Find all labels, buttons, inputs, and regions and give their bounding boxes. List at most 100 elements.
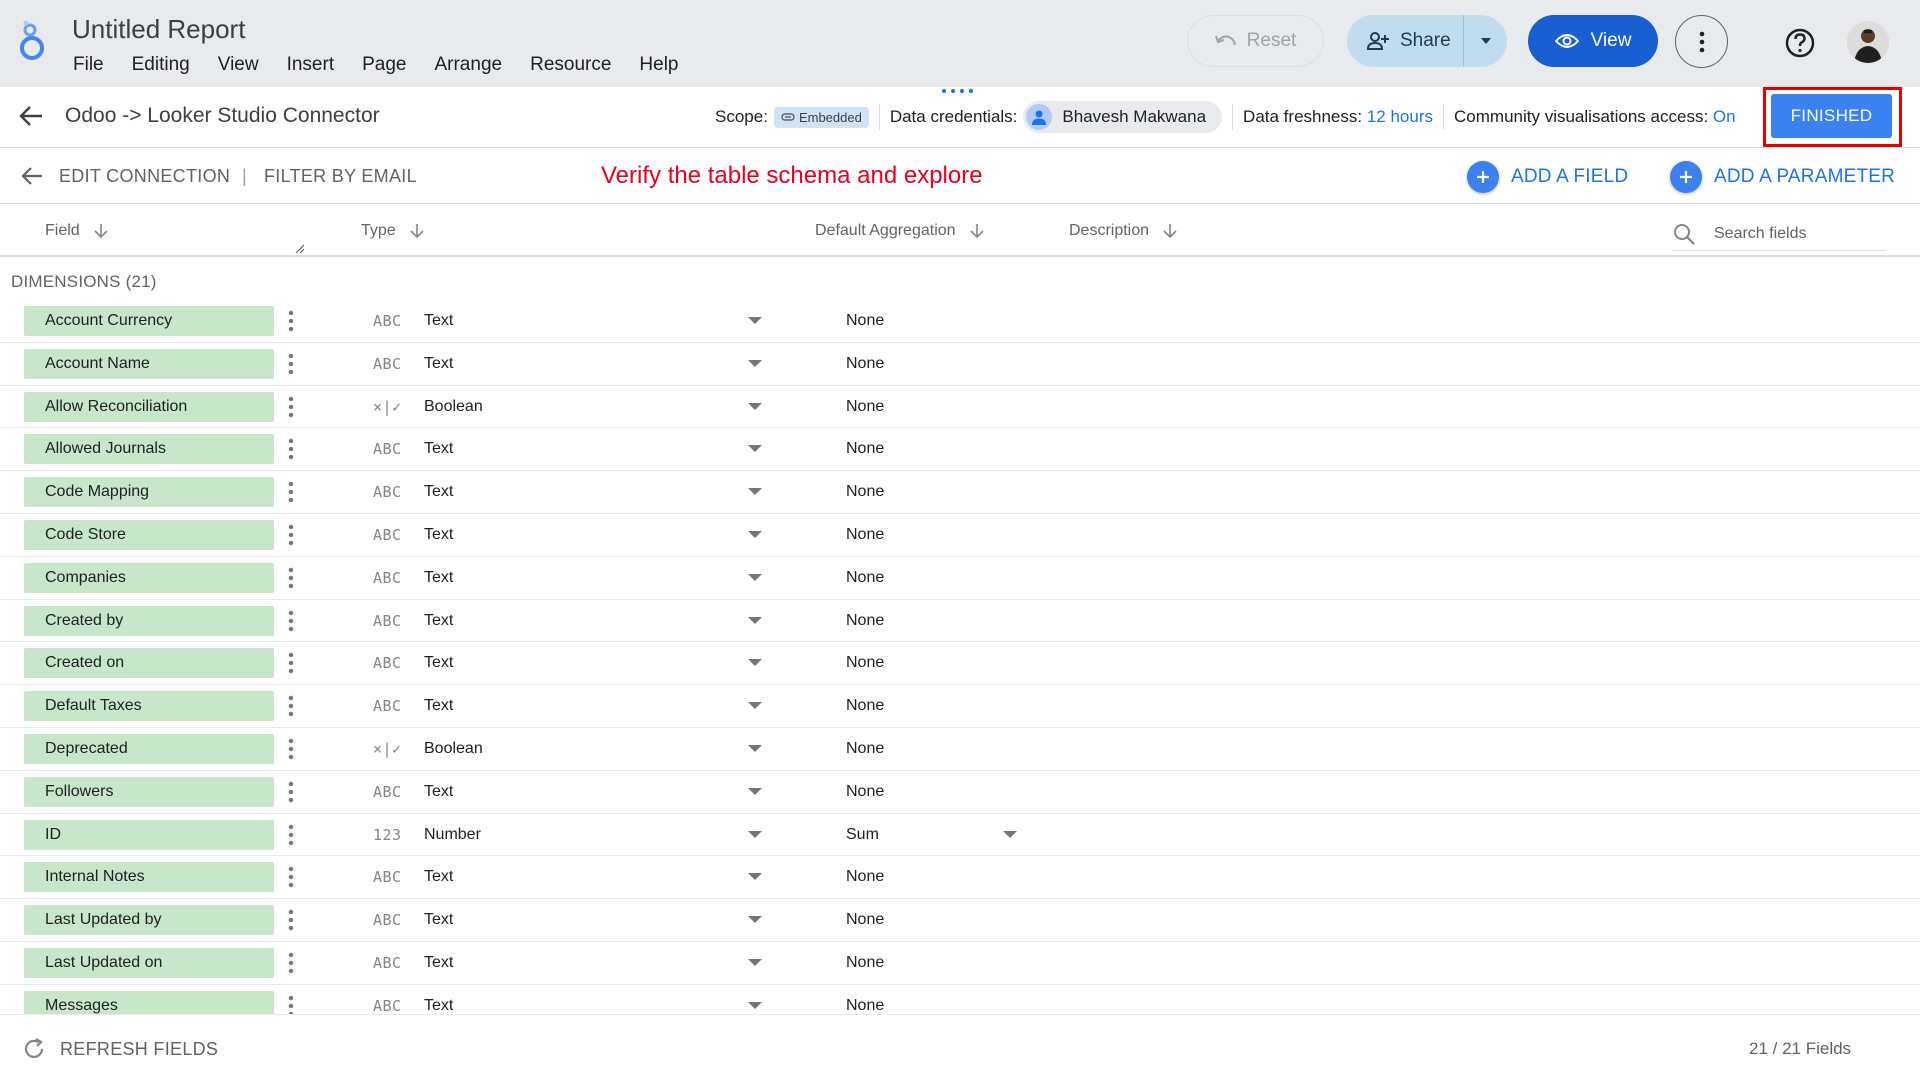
type-value[interactable]: Text (424, 526, 453, 544)
description-column-header[interactable]: Description (1069, 222, 1177, 240)
type-dropdown-icon[interactable] (748, 830, 762, 838)
community-access-link[interactable]: On (1713, 107, 1736, 127)
field-name-chip[interactable]: Created by (24, 605, 274, 636)
field-name-chip[interactable]: Default Taxes (24, 691, 274, 722)
more-vert-icon[interactable] (284, 609, 298, 633)
field-name-chip[interactable]: Deprecated (24, 733, 274, 764)
more-vert-icon[interactable] (284, 951, 298, 975)
type-value[interactable]: Boolean (424, 398, 483, 416)
search-input[interactable] (1714, 224, 1864, 243)
type-dropdown-icon[interactable] (748, 402, 762, 410)
more-vert-icon[interactable] (284, 523, 298, 547)
type-dropdown-icon[interactable] (748, 616, 762, 624)
type-value[interactable]: Number (424, 826, 481, 844)
field-name-chip[interactable]: Companies (24, 562, 274, 593)
field-name-chip[interactable]: Followers (24, 776, 274, 807)
resize-handle-icon[interactable] (295, 244, 305, 254)
menu-help[interactable]: Help (639, 54, 678, 76)
field-name-chip[interactable]: Last Updated on (24, 947, 274, 978)
aggregation-value[interactable]: Sum (846, 826, 879, 844)
more-vert-icon[interactable] (284, 352, 298, 376)
field-name-chip[interactable]: Last Updated by (24, 905, 274, 936)
more-vert-icon[interactable] (284, 395, 298, 419)
type-value[interactable]: Text (424, 697, 453, 715)
more-vert-icon[interactable] (284, 651, 298, 675)
type-dropdown-icon[interactable] (748, 744, 762, 752)
type-value[interactable]: Text (424, 997, 453, 1014)
filter-by-email-button[interactable]: FILTER BY EMAIL (264, 166, 417, 187)
type-value[interactable]: Text (424, 569, 453, 587)
more-vert-icon[interactable] (284, 823, 298, 847)
type-dropdown-icon[interactable] (748, 488, 762, 496)
type-value[interactable]: Text (424, 868, 453, 886)
looker-studio-logo-icon[interactable] (18, 20, 52, 62)
type-value[interactable]: Text (424, 654, 453, 672)
data-source-title[interactable]: Odoo -> Looker Studio Connector (65, 104, 380, 128)
more-vert-icon[interactable] (284, 309, 298, 333)
more-vert-icon[interactable] (284, 994, 298, 1014)
more-vert-icon[interactable] (284, 480, 298, 504)
menu-arrange[interactable]: Arrange (434, 54, 502, 76)
more-vert-icon[interactable] (284, 437, 298, 461)
type-dropdown-icon[interactable] (748, 873, 762, 881)
credentials-chip[interactable]: Bhavesh Makwana (1023, 101, 1223, 133)
field-name-chip[interactable]: Messages (24, 990, 274, 1014)
report-title[interactable]: Untitled Report (72, 14, 245, 45)
more-vert-icon[interactable] (284, 737, 298, 761)
field-name-chip[interactable]: Created on (24, 648, 274, 679)
type-dropdown-icon[interactable] (748, 787, 762, 795)
aggregation-dropdown-icon[interactable] (1003, 830, 1017, 838)
type-dropdown-icon[interactable] (748, 916, 762, 924)
view-button[interactable]: View (1528, 15, 1658, 67)
type-value[interactable]: Text (424, 612, 453, 630)
field-name-chip[interactable]: Account Name (24, 348, 274, 379)
menu-file[interactable]: File (73, 54, 104, 76)
type-dropdown-icon[interactable] (748, 1001, 762, 1009)
menu-view[interactable]: View (218, 54, 259, 76)
reset-button[interactable]: Reset (1187, 15, 1324, 67)
edit-connection-button[interactable]: EDIT CONNECTION (59, 166, 230, 187)
more-vert-icon[interactable] (284, 865, 298, 889)
type-dropdown-icon[interactable] (748, 445, 762, 453)
help-icon[interactable] (1782, 25, 1818, 61)
type-value[interactable]: Text (424, 911, 453, 929)
field-name-chip[interactable]: Allow Reconciliation (24, 391, 274, 422)
scope-chip[interactable]: Embedded (773, 106, 869, 128)
field-name-chip[interactable]: Account Currency (24, 306, 274, 336)
field-name-chip[interactable]: Code Store (24, 519, 274, 550)
add-field-button[interactable]: ADD A FIELD (1467, 161, 1628, 193)
type-dropdown-icon[interactable] (748, 359, 762, 367)
type-value[interactable]: Text (424, 440, 453, 458)
menu-page[interactable]: Page (362, 54, 406, 76)
add-parameter-button[interactable]: ADD A PARAMETER (1670, 161, 1895, 193)
type-column-header[interactable]: Type (361, 222, 424, 240)
more-vert-icon[interactable] (284, 566, 298, 590)
field-name-chip[interactable]: Internal Notes (24, 862, 274, 893)
more-vert-icon[interactable] (284, 694, 298, 718)
back-arrow-icon[interactable] (20, 164, 44, 188)
field-name-chip[interactable]: ID (24, 819, 274, 850)
refresh-fields-button[interactable]: REFRESH FIELDS (22, 1037, 218, 1061)
more-options-button[interactable] (1675, 15, 1728, 68)
field-name-chip[interactable]: Allowed Journals (24, 434, 274, 465)
type-dropdown-icon[interactable] (748, 573, 762, 581)
aggregation-column-header[interactable]: Default Aggregation (815, 222, 984, 240)
field-name-chip[interactable]: Code Mapping (24, 477, 274, 508)
type-dropdown-icon[interactable] (748, 659, 762, 667)
type-value[interactable]: Boolean (424, 740, 483, 758)
type-dropdown-icon[interactable] (748, 958, 762, 966)
field-column-header[interactable]: Field (45, 222, 108, 240)
freshness-link[interactable]: 12 hours (1367, 107, 1433, 127)
more-vert-icon[interactable] (284, 780, 298, 804)
type-value[interactable]: Text (424, 483, 453, 501)
menu-insert[interactable]: Insert (287, 54, 335, 76)
menu-editing[interactable]: Editing (132, 54, 190, 76)
type-value[interactable]: Text (424, 783, 453, 801)
type-dropdown-icon[interactable] (748, 317, 762, 324)
share-dropdown-button[interactable] (1463, 15, 1507, 67)
more-vert-icon[interactable] (284, 908, 298, 932)
type-value[interactable]: Text (424, 355, 453, 373)
back-arrow-icon[interactable] (18, 103, 44, 129)
finished-button[interactable]: FINISHED (1771, 94, 1892, 138)
user-avatar[interactable] (1847, 21, 1889, 63)
